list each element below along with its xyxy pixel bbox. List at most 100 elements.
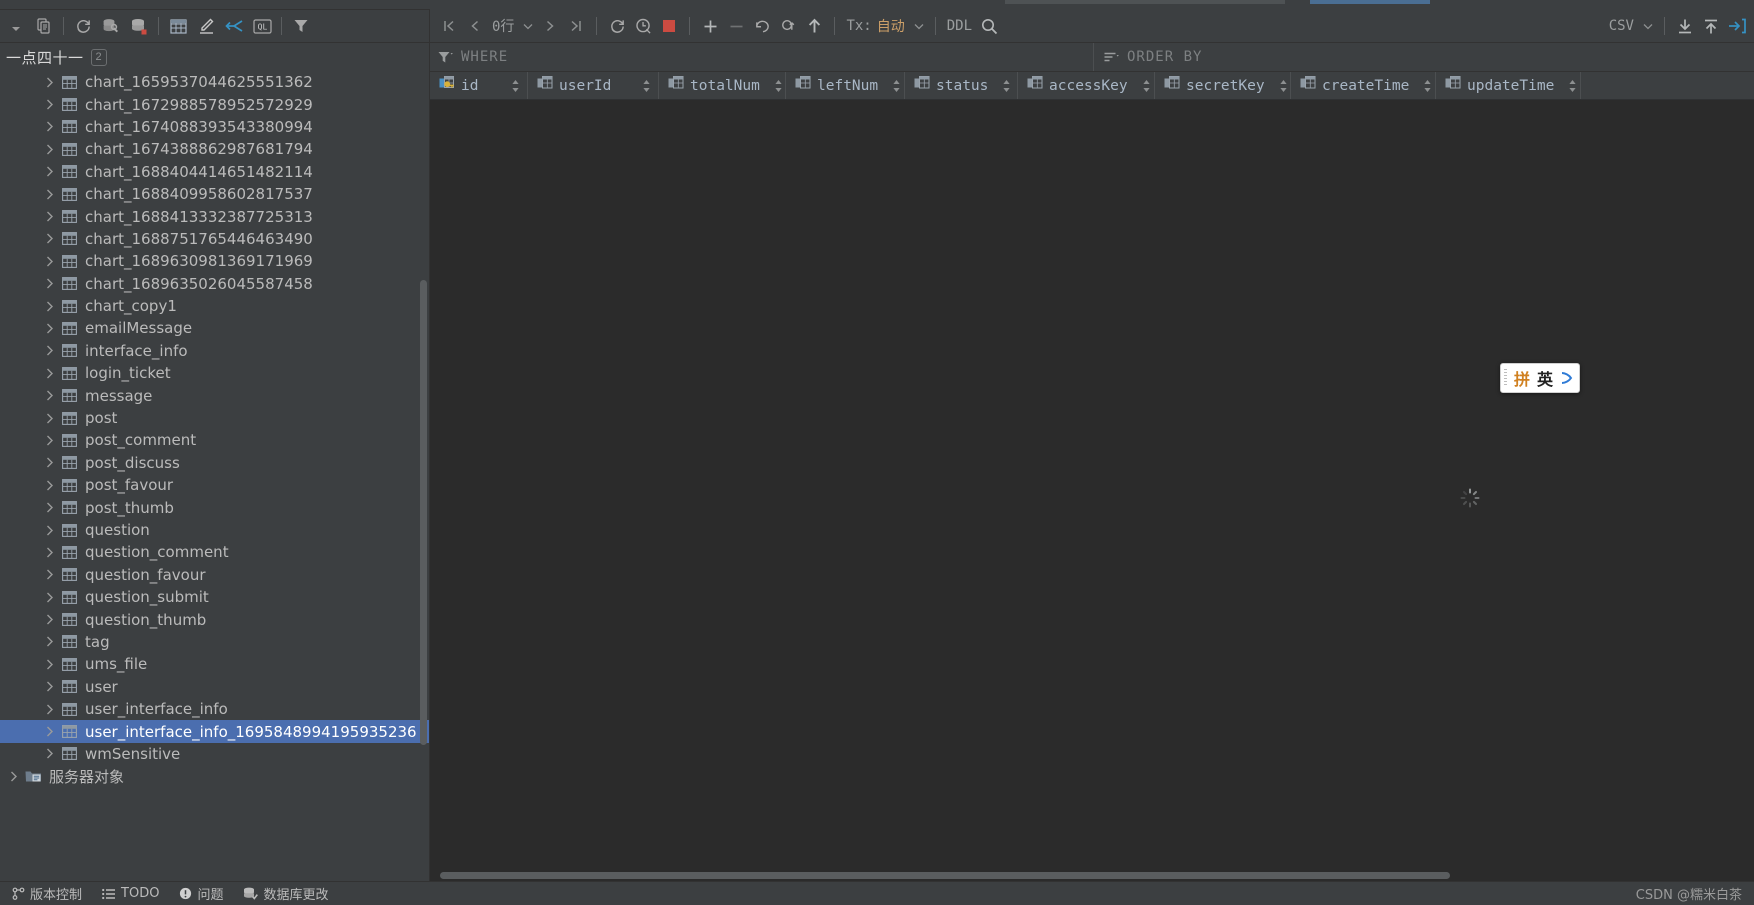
chevron-right-icon[interactable] — [42, 301, 58, 312]
grid-column-header[interactable]: totalNum — [659, 72, 786, 99]
chevron-right-icon[interactable] — [42, 659, 58, 670]
grid-column-header[interactable]: secretKey — [1155, 72, 1291, 99]
tree-item-server-objects[interactable]: 服务器对象 — [0, 765, 429, 787]
ime-logo-icon[interactable] — [1560, 371, 1573, 385]
chevron-right-icon[interactable] — [42, 390, 58, 401]
grid-horizontal-scrollbar[interactable] — [440, 872, 1450, 879]
first-page-icon[interactable] — [436, 13, 462, 39]
column-sort-icon[interactable] — [1134, 79, 1151, 93]
stop-icon[interactable] — [656, 13, 682, 39]
tree-item-table[interactable]: chart_copy1 — [0, 295, 429, 317]
revert-icon[interactable] — [749, 13, 775, 39]
pause-reload-icon[interactable] — [630, 13, 656, 39]
chevron-right-icon[interactable] — [42, 144, 58, 155]
tree-item-table[interactable]: post_comment — [0, 429, 429, 451]
tree-item-table[interactable]: chart_1659537044625551362 — [0, 71, 429, 93]
grid-column-header[interactable]: status — [905, 72, 1018, 99]
chevron-right-icon[interactable] — [42, 435, 58, 446]
column-sort-icon[interactable] — [503, 79, 520, 93]
transaction-mode-dropdown[interactable]: Tx: 自动 — [842, 13, 927, 39]
tree-item-table[interactable]: chart_1688404414651482114 — [0, 161, 429, 183]
status-item-todo[interactable]: TODO — [92, 882, 169, 905]
tree-item-table[interactable]: chart_1672988578952572929 — [0, 93, 429, 115]
ime-floating-widget[interactable]: 拼 英 — [1500, 363, 1581, 393]
chevron-right-icon[interactable] — [42, 211, 58, 222]
open-in-editor-icon[interactable] — [1724, 13, 1750, 39]
grid-column-header[interactable]: updateTime — [1436, 72, 1581, 99]
tree-item-table[interactable]: chart_1688409958602817537 — [0, 183, 429, 205]
tree-item-table[interactable]: chart_1689635026045587458 — [0, 273, 429, 295]
chevron-right-icon[interactable] — [42, 592, 58, 603]
grid-column-header[interactable]: leftNum — [786, 72, 905, 99]
tree-item-table[interactable]: post — [0, 407, 429, 429]
datasource-properties-icon[interactable] — [97, 13, 125, 39]
column-sort-icon[interactable] — [994, 79, 1011, 93]
status-item-problems[interactable]: 问题 — [169, 882, 233, 905]
grid-column-header[interactable]: id — [430, 72, 528, 99]
status-item-version-control[interactable]: 版本控制 — [2, 882, 92, 905]
column-sort-icon[interactable] — [766, 79, 783, 93]
submit-icon[interactable] — [801, 13, 827, 39]
table-tree[interactable]: chart_1659537044625551362 chart_167298857… — [0, 71, 429, 881]
tree-item-table[interactable]: chart_1688413332387725313 — [0, 205, 429, 227]
chevron-right-icon[interactable] — [42, 704, 58, 715]
chevron-right-icon[interactable] — [42, 166, 58, 177]
chevron-right-icon[interactable] — [42, 726, 58, 737]
chevron-right-icon[interactable] — [42, 547, 58, 558]
modify-icon[interactable] — [192, 13, 220, 39]
tree-item-table[interactable]: chart_1674088393543380994 — [0, 116, 429, 138]
dropdown-caret-icon[interactable] — [2, 13, 30, 39]
ime-pinyin-label[interactable]: 拼 — [1514, 366, 1530, 390]
tree-item-table[interactable]: post_thumb — [0, 496, 429, 518]
ime-mode-label[interactable]: 英 — [1537, 366, 1553, 390]
chevron-right-icon[interactable] — [42, 189, 58, 200]
tree-item-table[interactable]: emailMessage — [0, 317, 429, 339]
chevron-right-icon[interactable] — [42, 256, 58, 267]
prev-page-icon[interactable] — [462, 13, 488, 39]
reload-icon[interactable] — [604, 13, 630, 39]
jump-to-editor-icon[interactable] — [220, 13, 248, 39]
refresh-icon[interactable] — [69, 13, 97, 39]
tree-item-table[interactable]: wmSensitive — [0, 743, 429, 765]
tree-item-table[interactable]: tag — [0, 631, 429, 653]
ime-drag-handle[interactable] — [1504, 369, 1507, 387]
chevron-right-icon[interactable] — [42, 480, 58, 491]
upload-icon[interactable] — [1698, 13, 1724, 39]
tree-item-table[interactable]: question_favour — [0, 564, 429, 586]
tree-item-table[interactable]: user — [0, 676, 429, 698]
chevron-right-icon[interactable] — [42, 457, 58, 468]
last-page-icon[interactable] — [563, 13, 589, 39]
tree-item-table[interactable]: chart_1689630981369171969 — [0, 250, 429, 272]
chevron-right-icon[interactable] — [42, 99, 58, 110]
chevron-right-icon[interactable] — [42, 748, 58, 759]
tree-item-table[interactable]: question_submit — [0, 586, 429, 608]
tree-item-table[interactable]: chart_1688751765446463490 — [0, 228, 429, 250]
tree-item-table[interactable]: question_thumb — [0, 608, 429, 630]
column-sort-icon[interactable] — [884, 79, 901, 93]
chevron-right-icon[interactable] — [42, 77, 58, 88]
chevron-right-icon[interactable] — [42, 368, 58, 379]
grid-column-header[interactable]: createTime — [1291, 72, 1436, 99]
grid-body[interactable] — [430, 100, 1754, 881]
order-by-input[interactable]: ORDER BY — [1094, 43, 1754, 71]
column-sort-icon[interactable] — [634, 79, 651, 93]
tree-item-table[interactable]: ums_file — [0, 653, 429, 675]
chevron-right-icon[interactable] — [6, 771, 22, 782]
chevron-right-icon[interactable] — [42, 121, 58, 132]
column-sort-icon[interactable] — [1415, 79, 1432, 93]
editor-tab-ghost-2[interactable] — [1310, 0, 1430, 4]
column-sort-icon[interactable] — [1560, 79, 1577, 93]
tree-item-table[interactable]: interface_info — [0, 340, 429, 362]
revert-selected-icon[interactable] — [775, 13, 801, 39]
column-sort-icon[interactable] — [1271, 79, 1288, 93]
tree-item-table[interactable]: user_interface_info — [0, 698, 429, 720]
chevron-right-icon[interactable] — [42, 413, 58, 424]
filter-icon[interactable] — [287, 13, 315, 39]
grid-column-header[interactable]: accessKey — [1018, 72, 1155, 99]
where-filter-input[interactable]: WHERE — [430, 43, 1094, 71]
chevron-right-icon[interactable] — [42, 614, 58, 625]
tree-item-table[interactable]: user_interface_info_1695848994195935236 — [0, 720, 429, 743]
chevron-right-icon[interactable] — [42, 636, 58, 647]
database-node-header[interactable]: 一点四十一 2 — [0, 43, 429, 71]
rows-count-dropdown[interactable]: 0行 — [488, 13, 537, 39]
